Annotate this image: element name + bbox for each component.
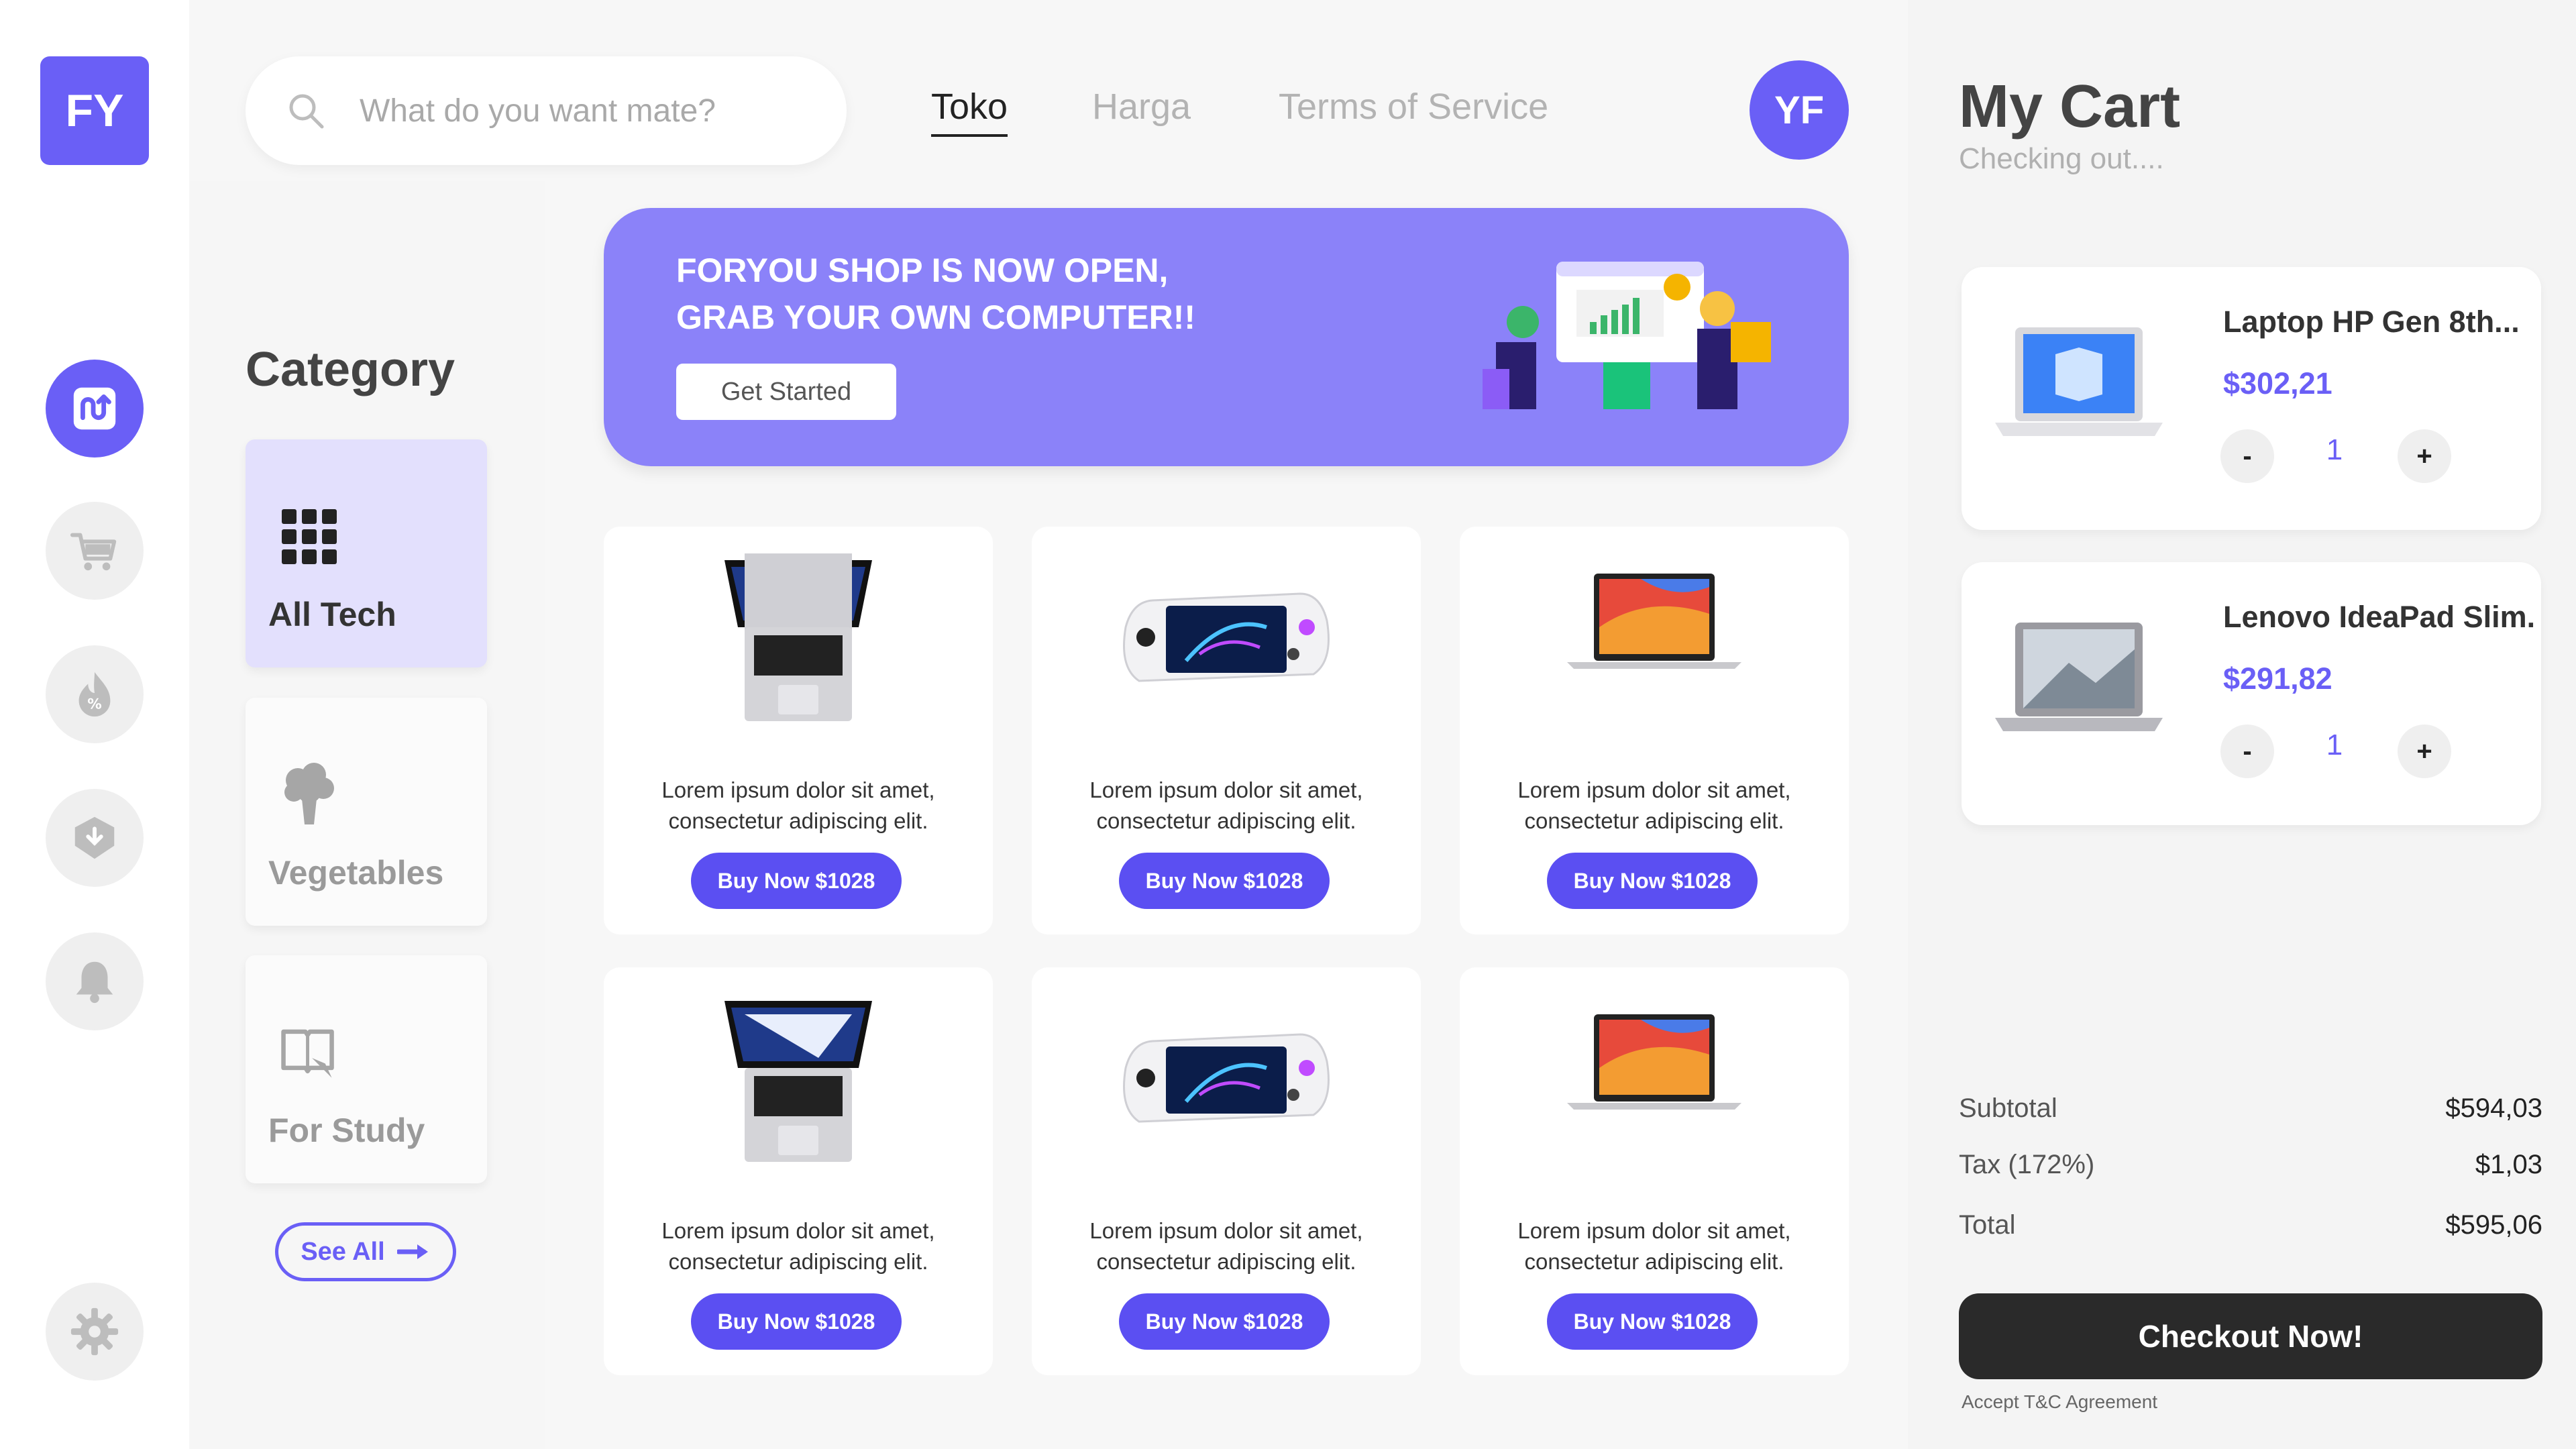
product-description: Lorem ipsum dolor sit amet, consectetur … — [1517, 777, 1791, 833]
buy-now-button[interactable]: Buy Now $1028 — [1119, 853, 1330, 909]
rail-item-notifications[interactable] — [46, 932, 144, 1030]
total-value: $595,06 — [2445, 1210, 2542, 1240]
lenovo-laptop-icon — [1995, 623, 2163, 731]
quantity-value: 1 — [2326, 729, 2343, 761]
macbook-air-icon — [1567, 574, 1741, 669]
tax-value: $1,03 — [2475, 1150, 2542, 1179]
buy-now-button[interactable]: Buy Now $1028 — [1119, 1293, 1330, 1350]
product-description: Lorem ipsum dolor sit amet, consectetur … — [1089, 777, 1363, 833]
product-card[interactable]: Lorem ipsum dolor sit amet, consectetur … — [1460, 967, 1849, 1375]
rail-item-settings[interactable] — [46, 1283, 144, 1381]
buy-now-button[interactable]: Buy Now $1028 — [691, 1293, 902, 1350]
discount-fire-icon: % — [78, 672, 111, 717]
category-vegetables[interactable]: Vegetables — [246, 698, 487, 926]
box-icon — [74, 816, 115, 859]
rail-item-box[interactable] — [46, 789, 144, 887]
macbook-pro-icon — [724, 1001, 872, 1162]
cart-title: My Cart — [1959, 73, 2181, 140]
nav-tab-harga[interactable]: Harga — [1092, 86, 1191, 127]
product-description: Lorem ipsum dolor sit amet, consectetur … — [661, 777, 935, 833]
user-avatar[interactable]: YF — [1750, 60, 1849, 160]
cart-subtitle: Checking out.... — [1959, 142, 2164, 175]
buy-now-button[interactable]: Buy Now $1028 — [1547, 1293, 1758, 1350]
macbook-pro-icon — [724, 553, 872, 721]
category-label: All Tech — [268, 596, 396, 633]
terms-agreement-link[interactable]: Accept T&C Agreement — [1962, 1391, 2157, 1413]
decrease-quantity-button[interactable]: - — [2220, 724, 2274, 778]
subtotal-label: Subtotal — [1959, 1093, 2057, 1123]
exchange-icon — [73, 387, 116, 430]
get-started-button[interactable]: Get Started — [676, 364, 896, 420]
banner-illustration-icon — [1483, 262, 1771, 409]
rail-item-exchange[interactable] — [46, 360, 144, 458]
study-icon — [281, 1029, 334, 1078]
product-card[interactable]: Lorem ipsum dolor sit amet, consectetur … — [1460, 527, 1849, 934]
cart-item: Lenovo IdeaPad Slim. $291,82 - 1 + — [1962, 562, 2541, 825]
product-description: Lorem ipsum dolor sit amet, consectetur … — [1517, 1218, 1791, 1274]
see-all-button[interactable]: See All — [275, 1222, 456, 1281]
rail-item-cart[interactable] — [46, 502, 144, 600]
banner-headline: FORYOU SHOP IS NOW OPEN, GRAB YOUR OWN C… — [676, 252, 1196, 336]
product-card[interactable]: Lorem ipsum dolor sit amet, consectetur … — [604, 527, 993, 934]
search-icon — [289, 94, 324, 129]
tax-label: Tax (172%) — [1959, 1150, 2095, 1179]
subtotal-value: $594,03 — [2445, 1093, 2542, 1123]
total-label: Total — [1959, 1210, 2016, 1240]
cart-item-price: $302,21 — [2223, 366, 2332, 400]
macbook-air-icon — [1567, 1014, 1741, 1110]
search-input[interactable] — [360, 92, 775, 129]
product-description: Lorem ipsum dolor sit amet, consectetur … — [661, 1218, 935, 1274]
product-description: Lorem ipsum dolor sit amet, consectetur … — [1089, 1218, 1363, 1274]
brand-logo[interactable]: FY — [40, 56, 149, 165]
total-row: Total $595,06 — [1959, 1210, 2542, 1240]
see-all-label: See All — [301, 1237, 385, 1266]
buy-now-button[interactable]: Buy Now $1028 — [1547, 853, 1758, 909]
broccoli-icon — [284, 763, 334, 824]
quantity-value: 1 — [2326, 433, 2343, 466]
category-label: For Study — [268, 1112, 425, 1149]
gear-icon — [70, 1307, 119, 1356]
checkout-button[interactable]: Checkout Now! — [1959, 1293, 2542, 1379]
handheld-console-icon — [1123, 1033, 1330, 1123]
nav-tab-terms[interactable]: Terms of Service — [1279, 86, 1548, 127]
hp-laptop-icon — [1995, 327, 2163, 436]
category-title: Category — [246, 343, 455, 396]
promo-banner: FORYOU SHOP IS NOW OPEN, GRAB YOUR OWN C… — [604, 208, 1849, 466]
arrow-right-icon — [396, 1244, 428, 1259]
svg-text:%: % — [87, 696, 101, 712]
category-label: Vegetables — [268, 854, 444, 892]
increase-quantity-button[interactable]: + — [2398, 429, 2451, 483]
rail-item-discount[interactable]: % — [46, 645, 144, 743]
category-for-study[interactable]: For Study — [246, 955, 487, 1183]
cart-icon — [70, 533, 117, 571]
cart-item-name: Laptop HP Gen 8th... — [2223, 305, 2520, 339]
nav-tab-toko[interactable]: Toko — [931, 86, 1008, 137]
cart-item-price: $291,82 — [2223, 661, 2332, 696]
increase-quantity-button[interactable]: + — [2398, 724, 2451, 778]
product-card[interactable]: Lorem ipsum dolor sit amet, consectetur … — [604, 967, 993, 1375]
product-card[interactable]: Lorem ipsum dolor sit amet, consectetur … — [1032, 527, 1421, 934]
search-bar[interactable] — [246, 56, 847, 165]
bell-icon — [76, 961, 113, 1004]
grid-icon — [282, 509, 337, 564]
product-card[interactable]: Lorem ipsum dolor sit amet, consectetur … — [1032, 967, 1421, 1375]
category-all-tech[interactable]: All Tech — [246, 439, 487, 667]
left-rail: FY % — [0, 0, 189, 1449]
cart-item-name: Lenovo IdeaPad Slim. — [2223, 600, 2536, 634]
subtotal-row: Subtotal $594,03 — [1959, 1093, 2542, 1124]
cart-item: Laptop HP Gen 8th... $302,21 - 1 + — [1962, 267, 2541, 530]
tax-row: Tax (172%) $1,03 — [1959, 1150, 2542, 1180]
handheld-console-icon — [1123, 592, 1330, 682]
decrease-quantity-button[interactable]: - — [2220, 429, 2274, 483]
buy-now-button[interactable]: Buy Now $1028 — [691, 853, 902, 909]
